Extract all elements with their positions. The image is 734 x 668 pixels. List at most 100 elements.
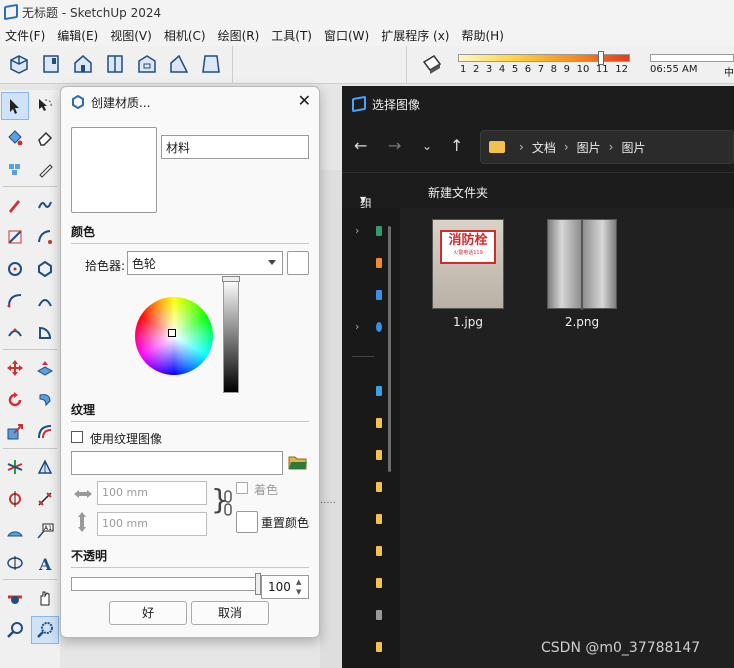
- color-picker-select[interactable]: 色轮: [127, 251, 283, 275]
- menu-help[interactable]: 帮助(H): [456, 27, 508, 44]
- folder-icon[interactable]: [376, 418, 382, 428]
- cancel-button[interactable]: 取消: [191, 601, 269, 625]
- three-d-text-icon[interactable]: A: [31, 549, 59, 577]
- scale-tool-icon[interactable]: [1, 418, 29, 446]
- pan-tool-icon[interactable]: [1, 584, 29, 612]
- recent-locations-chevron-icon[interactable]: ⌄: [422, 139, 432, 153]
- pie-tool-icon[interactable]: [31, 319, 59, 347]
- menu-file[interactable]: 文件(F): [0, 27, 50, 44]
- folder-icon[interactable]: [376, 514, 382, 524]
- tag-tool-icon[interactable]: [1, 156, 29, 184]
- axes-tool-icon[interactable]: [1, 453, 29, 481]
- folder-icon[interactable]: [376, 546, 382, 556]
- browse-folder-icon[interactable]: [288, 453, 308, 471]
- cloud-icon[interactable]: [376, 322, 382, 332]
- left-view-icon[interactable]: [164, 48, 194, 80]
- back-arrow-icon[interactable]: ←: [354, 136, 367, 155]
- forward-arrow-icon[interactable]: →: [388, 136, 401, 155]
- text-tool-icon[interactable]: A1: [31, 517, 59, 545]
- paint-bucket-icon[interactable]: [1, 124, 29, 152]
- month-slider-thumb[interactable]: [598, 51, 604, 65]
- file-item-2-png[interactable]: 2.png: [544, 219, 620, 329]
- opacity-spinbox[interactable]: 100 ▲ ▼: [261, 575, 309, 599]
- rectangle-tool-icon[interactable]: [1, 223, 29, 251]
- menu-window[interactable]: 窗口(W): [319, 27, 374, 44]
- menu-camera[interactable]: 相机(C): [159, 27, 211, 44]
- shadow-month-slider[interactable]: 1 2 3 4 5 6 7 8 9 10 11 12: [458, 51, 630, 75]
- freehand-tool-icon[interactable]: [31, 191, 59, 219]
- color-wheel-cursor[interactable]: [168, 329, 176, 337]
- reset-color-label[interactable]: 重置颜色: [261, 514, 309, 531]
- shadow-time-slider[interactable]: 06:55 AM 中: [650, 54, 734, 79]
- drive-icon[interactable]: [376, 610, 382, 620]
- hand-pan-icon[interactable]: [31, 584, 59, 612]
- material-name-input[interactable]: 材料: [161, 135, 309, 159]
- two-point-arc-icon[interactable]: [31, 287, 59, 315]
- protractor-icon[interactable]: [1, 517, 29, 545]
- three-point-arc-icon[interactable]: [1, 319, 29, 347]
- expand-chevron-icon[interactable]: ›: [355, 224, 359, 237]
- menu-extensions[interactable]: 扩展程序 (x): [376, 27, 454, 44]
- month-slider-track[interactable]: [458, 54, 630, 62]
- zoom-window-icon[interactable]: [31, 616, 59, 644]
- gallery-icon[interactable]: [376, 226, 382, 236]
- home-icon[interactable]: [376, 258, 382, 268]
- pencil-tool-icon[interactable]: [1, 191, 29, 219]
- file-item-1-jpg[interactable]: 消防栓 火警电话119 1.jpg: [430, 219, 506, 329]
- reset-color-swatch[interactable]: [236, 511, 258, 533]
- rotate-tool-icon[interactable]: [1, 386, 29, 414]
- new-folder-button[interactable]: 新建文件夹: [428, 184, 488, 201]
- front-view-icon[interactable]: [68, 48, 98, 80]
- push-pull-icon[interactable]: [31, 354, 59, 382]
- rotated-rectangle-icon[interactable]: [31, 223, 59, 251]
- bottom-view-icon[interactable]: [196, 48, 226, 80]
- navigation-pane-scrollbar[interactable]: [388, 226, 391, 472]
- close-icon[interactable]: ✕: [298, 93, 311, 109]
- iso-view-icon[interactable]: [4, 48, 34, 80]
- color-swatch[interactable]: [287, 251, 309, 275]
- texture-height-input[interactable]: 100 mm: [97, 512, 207, 536]
- folder-icon[interactable]: [376, 450, 382, 460]
- section-plane-icon[interactable]: [31, 453, 59, 481]
- folder-icon[interactable]: [376, 578, 382, 588]
- brightness-slider-knob[interactable]: [222, 276, 240, 282]
- orbit-tool-icon[interactable]: [1, 549, 29, 577]
- use-texture-checkbox[interactable]: [71, 431, 83, 443]
- menu-view[interactable]: 视图(V): [105, 27, 157, 44]
- move-tool-icon[interactable]: [1, 354, 29, 382]
- texture-path-input[interactable]: [71, 451, 283, 475]
- polygon-tool-icon[interactable]: [31, 255, 59, 283]
- brightness-slider[interactable]: [222, 276, 240, 393]
- select-tool-icon[interactable]: [1, 92, 29, 120]
- address-bar[interactable]: › 文档 › 图片 › 图片: [480, 130, 734, 164]
- tape-measure-icon[interactable]: [31, 156, 59, 184]
- shadow-toggle-icon[interactable]: [420, 52, 446, 78]
- opacity-slider-track[interactable]: [71, 577, 257, 591]
- menu-draw[interactable]: 绘图(R): [213, 27, 265, 44]
- color-wheel[interactable]: [135, 297, 213, 375]
- circle-tool-icon[interactable]: [1, 255, 29, 283]
- folder-icon[interactable]: [376, 482, 382, 492]
- desktop-icon[interactable]: [376, 290, 382, 300]
- breadcrumb-pictures-current[interactable]: 图片: [621, 139, 645, 156]
- chain-link-icon[interactable]: [223, 489, 233, 517]
- breadcrumb-pictures[interactable]: 图片: [577, 139, 601, 156]
- pc-icon[interactable]: [376, 386, 382, 396]
- eraser-icon[interactable]: [31, 124, 59, 152]
- menu-edit[interactable]: 编辑(E): [52, 27, 103, 44]
- spin-down-icon[interactable]: ▼: [296, 588, 306, 596]
- back-view-icon[interactable]: [132, 48, 162, 80]
- arc-tool-icon[interactable]: [1, 287, 29, 315]
- menu-tools[interactable]: 工具(T): [266, 27, 317, 44]
- dimension-tool-icon[interactable]: [31, 485, 59, 513]
- spin-up-icon[interactable]: ▲: [296, 578, 306, 586]
- texture-width-input[interactable]: 100 mm: [97, 481, 207, 505]
- follow-me-icon[interactable]: [31, 386, 59, 414]
- offset-tool-icon[interactable]: [31, 418, 59, 446]
- top-view-icon[interactable]: [36, 48, 66, 80]
- breadcrumb-documents[interactable]: 文档: [532, 139, 556, 156]
- up-arrow-icon[interactable]: ↑: [450, 136, 463, 155]
- folder-icon[interactable]: [376, 642, 382, 652]
- colorize-checkbox[interactable]: [236, 482, 248, 494]
- time-slider-track[interactable]: [650, 54, 734, 62]
